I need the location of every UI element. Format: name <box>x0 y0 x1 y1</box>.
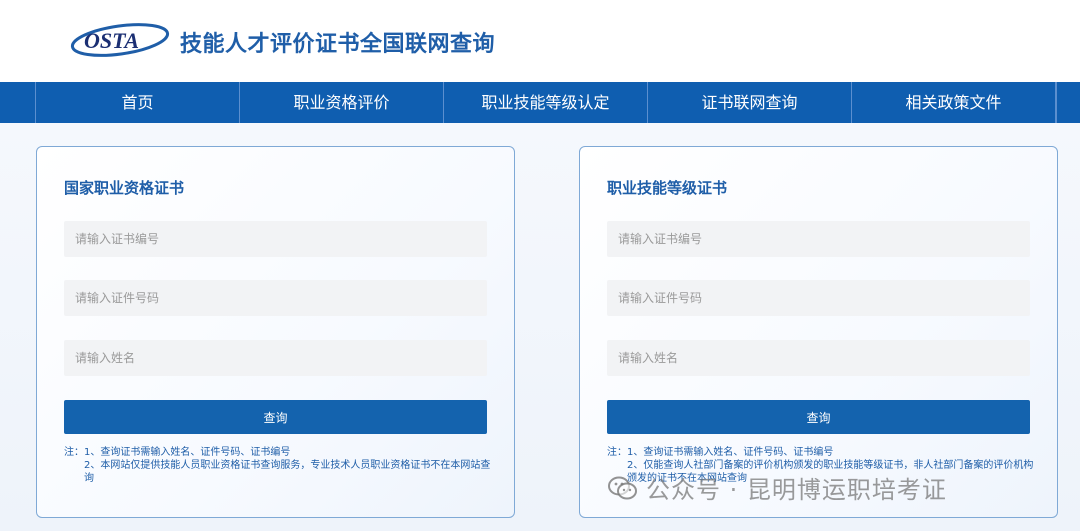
watermark-text: 公众号 · 昆明博运职培考证 <box>646 476 947 504</box>
nav-item-certificate-query[interactable]: 证书联网查询 <box>648 82 852 123</box>
note-line-1: 注：1、查询证书需输入姓名、证件号码、证书编号 <box>607 447 834 458</box>
osta-logo[interactable]: OSTA <box>70 18 170 62</box>
skill-level-card: 职业技能等级证书 查询 注：1、查询证书需输入姓名、证件号码、证书编号 2、仅能… <box>579 146 1058 518</box>
site-title: 技能人才评价证书全国联网查询 <box>180 32 496 57</box>
wechat-icon <box>608 476 637 499</box>
name-input[interactable] <box>64 340 487 376</box>
query-button[interactable]: 查询 <box>64 400 487 434</box>
logo-text: OSTA <box>84 28 139 53</box>
note-line-1: 注：1、查询证书需输入姓名、证件号码、证书编号 <box>64 447 291 458</box>
note-line-2: 2、本网站仅提供技能人员职业资格证书查询服务，专业技术人员职业资格证书不在本网站… <box>84 460 491 484</box>
nav-item-policy-documents[interactable]: 相关政策文件 <box>852 82 1056 123</box>
certificate-number-input[interactable] <box>607 221 1030 257</box>
card-title: 国家职业资格证书 <box>64 179 185 197</box>
id-number-input[interactable] <box>607 280 1030 316</box>
main-nav: 首页 职业资格评价 职业技能等级认定 证书联网查询 相关政策文件 <box>0 82 1080 123</box>
nav-item-qualification-evaluation[interactable]: 职业资格评价 <box>240 82 444 123</box>
nav-edge-right <box>1056 82 1080 123</box>
certificate-number-input[interactable] <box>64 221 487 257</box>
id-number-input[interactable] <box>64 280 487 316</box>
nav-edge-left <box>0 82 36 123</box>
nav-item-home[interactable]: 首页 <box>36 82 240 123</box>
watermark: 公众号 · 昆明博运职培考证 <box>608 470 947 505</box>
card-title: 职业技能等级证书 <box>607 179 728 197</box>
national-qualification-card: 国家职业资格证书 查询 注：1、查询证书需输入姓名、证件号码、证书编号 2、本网… <box>36 146 515 518</box>
notes: 注：1、查询证书需输入姓名、证件号码、证书编号 2、本网站仅提供技能人员职业资格… <box>64 446 494 485</box>
nav-item-skill-level-certification[interactable]: 职业技能等级认定 <box>444 82 648 123</box>
name-input[interactable] <box>607 340 1030 376</box>
query-button[interactable]: 查询 <box>607 400 1030 434</box>
site-header: OSTA 技能人才评价证书全国联网查询 <box>0 0 1080 82</box>
